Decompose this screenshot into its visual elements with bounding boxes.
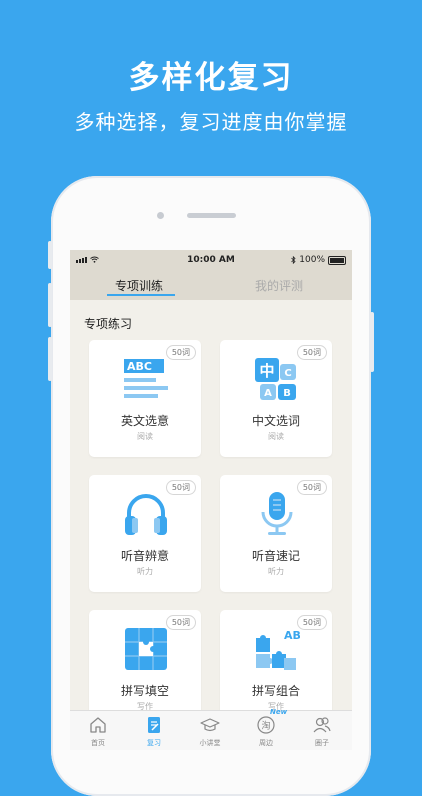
svg-text:淘: 淘 bbox=[261, 720, 270, 732]
card-title: 拼写填空 bbox=[120, 684, 169, 698]
new-badge: New bbox=[270, 708, 288, 716]
svg-text:ABC: ABC bbox=[284, 629, 300, 642]
word-count-badge: 50词 bbox=[296, 345, 327, 360]
puzzle-abc-icon: ABC bbox=[256, 629, 300, 670]
svg-text:中: 中 bbox=[259, 362, 274, 380]
phone-camera bbox=[157, 212, 164, 219]
card-title: 听音速记 bbox=[251, 549, 300, 563]
section-title: 专项练习 bbox=[84, 317, 133, 331]
svg-text:C: C bbox=[284, 368, 291, 379]
tab-special-training[interactable]: 专项训练 bbox=[115, 277, 163, 294]
phone-volume-up bbox=[48, 283, 52, 327]
review-icon bbox=[148, 717, 160, 733]
nav-nearby[interactable]: 淘 New 周边 bbox=[238, 708, 294, 750]
battery-icon bbox=[328, 255, 346, 265]
abc-text-icon: ABC bbox=[124, 359, 168, 398]
card-title: 听音辨意 bbox=[120, 549, 169, 563]
bottom-navigation: 首页 复习 小讲堂 淘 New 周边 圈子 bbox=[70, 708, 352, 750]
microphone-icon bbox=[261, 492, 293, 535]
word-count-badge: 50词 bbox=[296, 615, 327, 630]
phone-power-button bbox=[370, 312, 374, 372]
puzzle-grid-icon bbox=[125, 628, 167, 670]
nav-review[interactable]: 复习 bbox=[126, 711, 182, 750]
promo-subtitle: 多种选择，复习进度由你掌握 bbox=[74, 110, 348, 134]
bluetooth-icon bbox=[291, 256, 296, 264]
card-english-choose-meaning[interactable]: 50词 ABC 英文选意 阅读 bbox=[89, 340, 201, 457]
word-count-badge: 50词 bbox=[296, 480, 327, 495]
svg-text:A: A bbox=[264, 388, 272, 399]
people-icon bbox=[313, 717, 331, 733]
card-subtitle: 听力 bbox=[137, 567, 153, 576]
card-subtitle: 阅读 bbox=[137, 432, 153, 441]
svg-text:B: B bbox=[283, 388, 291, 399]
nav-label: 首页 bbox=[91, 739, 105, 747]
graduation-cap-icon bbox=[200, 718, 220, 732]
nav-label: 复习 bbox=[147, 739, 161, 747]
promo-title: 多样化复习 bbox=[128, 60, 294, 96]
tab-my-assessment[interactable]: 我的评测 bbox=[255, 277, 303, 294]
home-icon bbox=[90, 717, 106, 733]
card-subtitle: 阅读 bbox=[268, 432, 284, 441]
card-subtitle: 听力 bbox=[268, 567, 284, 576]
word-count-badge: 50词 bbox=[165, 615, 196, 630]
card-title: 英文选意 bbox=[120, 414, 169, 428]
shop-icon: 淘 bbox=[257, 716, 275, 734]
zhong-abc-blocks-icon: 中 C A B bbox=[255, 358, 296, 400]
card-chinese-choose-word[interactable]: 50词 中 C A B 中文选词 阅读 bbox=[220, 340, 332, 457]
card-title: 中文选词 bbox=[251, 414, 300, 428]
svg-text:ABC: ABC bbox=[127, 360, 152, 373]
card-title: 拼写组合 bbox=[251, 684, 300, 698]
status-bar: 10:00 AM 100% bbox=[70, 250, 352, 270]
battery-percent: 100% bbox=[299, 255, 325, 265]
active-tab-indicator bbox=[107, 294, 175, 296]
nav-home[interactable]: 首页 bbox=[70, 711, 126, 750]
nav-label: 小讲堂 bbox=[199, 739, 221, 747]
app-screen: 10:00 AM 100% 专项训练 我的评测 专项练习 50词 ABC 英文选… bbox=[70, 250, 352, 750]
phone-mute-switch bbox=[48, 241, 52, 269]
card-listen-identify-meaning[interactable]: 50词 听音辨意 听力 bbox=[89, 475, 201, 592]
phone-volume-down bbox=[48, 337, 52, 381]
phone-speaker bbox=[187, 213, 236, 218]
nav-circle[interactable]: 圈子 bbox=[294, 711, 350, 750]
nav-label: 圈子 bbox=[315, 739, 329, 747]
word-count-badge: 50词 bbox=[165, 480, 196, 495]
card-listen-quick-note[interactable]: 50词 听音速记 听力 bbox=[220, 475, 332, 592]
nav-lecture-hall[interactable]: 小讲堂 bbox=[182, 711, 238, 750]
word-count-badge: 50词 bbox=[165, 345, 196, 360]
headphones-icon bbox=[125, 494, 167, 535]
nav-label: 周边 bbox=[259, 739, 273, 747]
